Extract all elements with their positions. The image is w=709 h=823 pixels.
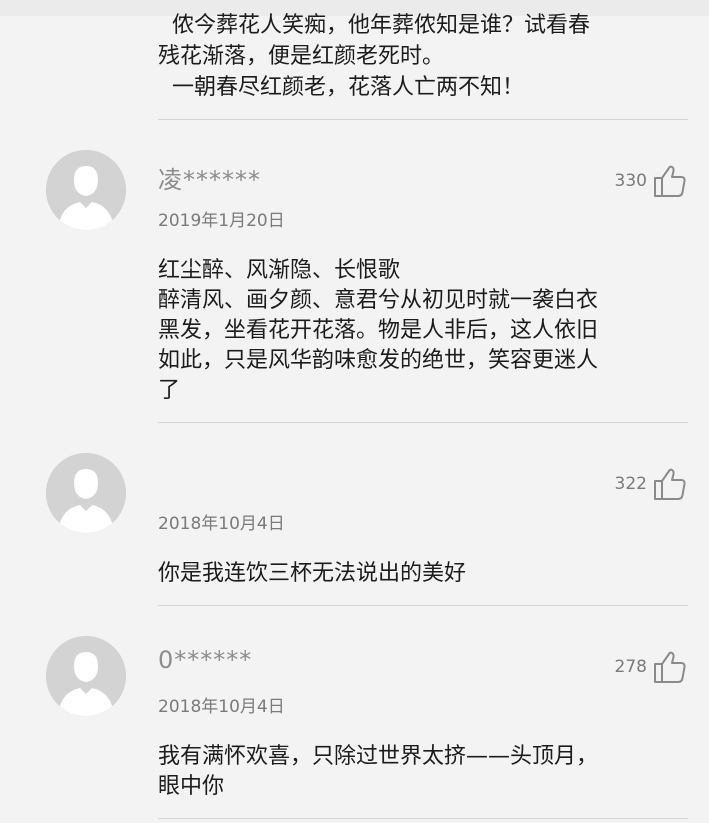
- divider: [158, 422, 688, 423]
- like-button[interactable]: 330: [615, 163, 687, 199]
- thumbs-up-icon: [654, 468, 686, 500]
- like-button[interactable]: 278: [615, 649, 687, 685]
- divider: [158, 119, 688, 120]
- like-count: 330: [614, 171, 647, 191]
- comment-body: 我有满怀欢喜，只除过世界太挤——头顶月， 眼中你: [158, 742, 688, 802]
- comment-text-line: 黑发，坐看花开花落。物是人非后，这人依旧: [158, 318, 599, 343]
- thumbs-up-icon: [654, 651, 686, 683]
- comment-text-line: 醉清风、画夕颜、意君兮从初见时就一袭白衣: [158, 288, 599, 313]
- previous-comment-body: 侬今葬花人笑痴，他年葬侬知是谁？试看春 残花渐落，便是红颜老死时。 一朝春尽红颜…: [158, 10, 688, 103]
- like-button[interactable]: 322: [615, 466, 687, 502]
- comment-date: 2018年10月4日: [158, 514, 285, 534]
- default-user-avatar-icon: [46, 150, 126, 230]
- default-user-avatar-icon: [46, 636, 126, 716]
- avatar[interactable]: [46, 453, 126, 533]
- avatar[interactable]: [46, 636, 126, 716]
- comment-text-line: 如此，只是风华韵味愈发的绝世，笑容更迷人: [158, 348, 599, 373]
- comment-text-line: 我有满怀欢喜，只除过世界太挤——头顶月，: [158, 744, 599, 769]
- username[interactable]: 凌******: [158, 160, 261, 195]
- comment-date: 2018年10月4日: [158, 697, 285, 717]
- default-user-avatar-icon: [46, 453, 126, 533]
- comment-body: 你是我连饮三杯无法说出的美好: [158, 559, 688, 589]
- comment-text-line: 了: [158, 378, 181, 403]
- comment-text-line: 红尘醉、风渐隐、长恨歌: [158, 258, 401, 283]
- divider: [158, 605, 688, 606]
- comment-text-line: 侬今葬花人笑痴，他年葬侬知是谁？试看春: [158, 13, 590, 38]
- username[interactable]: 0******: [158, 646, 252, 674]
- comment-text-line: 残花渐落，便是红颜老死时。: [158, 44, 445, 69]
- like-count: 322: [614, 474, 647, 494]
- comment-date: 2019年1月20日: [158, 211, 285, 231]
- like-count: 278: [614, 657, 647, 677]
- divider: [158, 818, 688, 819]
- comment-text-line: 你是我连饮三杯无法说出的美好: [158, 561, 467, 586]
- thumbs-up-icon: [654, 165, 686, 197]
- comment-feed: 侬今葬花人笑痴，他年葬侬知是谁？试看春 残花渐落，便是红颜老死时。 一朝春尽红颜…: [0, 0, 709, 823]
- comment-text-line: 眼中你: [158, 774, 225, 799]
- comment-body: 红尘醉、风渐隐、长恨歌 醉清风、画夕颜、意君兮从初见时就一袭白衣 黑发，坐看花开…: [158, 256, 688, 406]
- avatar[interactable]: [46, 150, 126, 230]
- comment-text-line: 一朝春尽红颜老，花落人亡两不知！: [158, 75, 524, 100]
